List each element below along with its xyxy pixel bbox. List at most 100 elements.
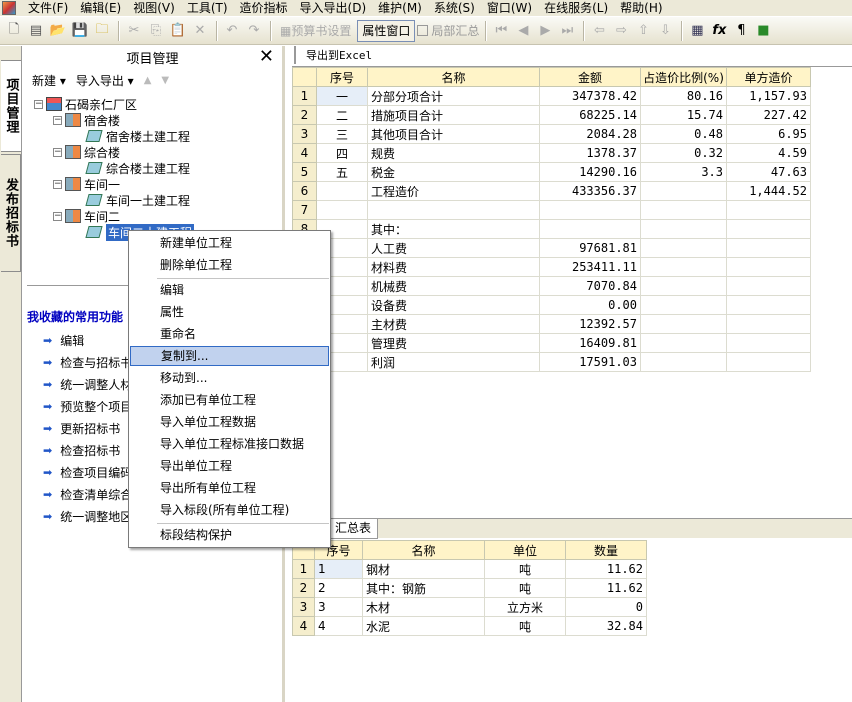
- menu-online[interactable]: 在线服务(L): [538, 0, 614, 16]
- table-cell[interactable]: [640, 352, 727, 372]
- arrow-up-icon[interactable]: ⇧: [633, 20, 653, 42]
- tree-node-building[interactable]: − 宿舍楼: [53, 112, 120, 128]
- table-cell[interactable]: 材料费: [367, 257, 540, 277]
- menu-item-properties[interactable]: 属性: [130, 302, 329, 322]
- table-cell[interactable]: 15.74: [640, 105, 727, 125]
- table-cell[interactable]: [726, 238, 811, 258]
- prev-icon[interactable]: ◀: [513, 20, 533, 42]
- table-cell[interactable]: [640, 257, 727, 277]
- table-row[interactable]: 3 三其他项目合计 2084.28 0.48 6.95: [292, 124, 811, 144]
- redo-icon[interactable]: ↷: [244, 20, 264, 42]
- table-cell[interactable]: 97681.81: [539, 238, 641, 258]
- table-cell[interactable]: 2084.28: [539, 124, 641, 144]
- table-cell[interactable]: 7070.84: [539, 276, 641, 296]
- budget-settings-button[interactable]: ▦ 预算书设置: [276, 20, 355, 42]
- menu-item-new-unit[interactable]: 新建单位工程: [130, 233, 329, 253]
- table-cell[interactable]: [316, 200, 368, 220]
- table-cell[interactable]: 3.3: [640, 162, 727, 182]
- table-row[interactable]: 2 2 其中：钢筋吨 11.62: [292, 578, 647, 598]
- menu-item-import-unit-data[interactable]: 导入单位工程数据: [130, 412, 329, 432]
- table-row[interactable]: 4 四规费 1378.37 0.32 4.59: [292, 143, 811, 163]
- column-header[interactable]: 单位: [484, 540, 566, 560]
- table-cell[interactable]: 立方米: [484, 597, 566, 617]
- table-cell[interactable]: 分部分项合计: [367, 86, 540, 106]
- menu-item-export-all-units[interactable]: 导出所有单位工程: [130, 478, 329, 498]
- table-cell[interactable]: 14290.16: [539, 162, 641, 182]
- cube-icon[interactable]: ■: [753, 20, 773, 42]
- favorite-item[interactable]: ➡ 预览整个项目: [43, 398, 132, 415]
- column-header[interactable]: 单方造价: [726, 67, 811, 87]
- favorite-item[interactable]: ➡ 更新招标书: [43, 420, 120, 437]
- calculator-icon[interactable]: ▦: [687, 20, 707, 42]
- table-cell[interactable]: 利润: [367, 352, 540, 372]
- menu-item-import-standard-interface[interactable]: 导入单位工程标准接口数据: [130, 434, 329, 454]
- menu-item-move-to[interactable]: 移动到...: [130, 368, 329, 388]
- table-cell[interactable]: 1,157.93: [726, 86, 811, 106]
- table-cell[interactable]: 347378.42: [539, 86, 641, 106]
- table-cell[interactable]: 四: [316, 143, 368, 163]
- table-row[interactable]: 3 3 木材 立方米 0: [292, 597, 647, 617]
- table-cell[interactable]: 12392.57: [539, 314, 641, 334]
- column-header[interactable]: 序号: [316, 67, 368, 87]
- table-cell[interactable]: [539, 219, 641, 239]
- menu-system[interactable]: 系统(S): [428, 0, 481, 16]
- tree-node-building[interactable]: − 车间二: [53, 208, 120, 224]
- table-cell[interactable]: 11.62: [565, 559, 647, 579]
- table-cell[interactable]: 吨: [484, 559, 566, 579]
- first-icon[interactable]: ⏮: [491, 20, 511, 42]
- last-icon[interactable]: ⏭: [557, 20, 577, 42]
- menu-item-delete-unit[interactable]: 删除单位工程: [130, 255, 329, 275]
- formula-icon[interactable]: fx: [709, 20, 729, 42]
- column-header[interactable]: 名称: [362, 540, 485, 560]
- table-cell[interactable]: 一: [316, 86, 368, 106]
- menu-item-copy-to[interactable]: 复制到...: [130, 346, 329, 366]
- tree-node-building[interactable]: − 综合楼: [53, 144, 120, 160]
- table-cell[interactable]: 4.59: [726, 143, 811, 163]
- table-cell[interactable]: 2: [314, 578, 363, 598]
- folder-icon[interactable]: 🗀: [92, 20, 112, 42]
- undo-icon[interactable]: ↶: [222, 20, 242, 42]
- table-cell[interactable]: [640, 219, 727, 239]
- table-cell[interactable]: 0.00: [539, 295, 641, 315]
- favorite-item[interactable]: ➡ 编辑: [43, 332, 84, 349]
- table-cell[interactable]: [640, 181, 727, 201]
- table-cell[interactable]: [539, 200, 641, 220]
- table-row[interactable]: 15利润17591.03: [292, 352, 811, 372]
- tree-node-unit[interactable]: 综合楼土建工程: [85, 160, 190, 176]
- table-cell[interactable]: [316, 181, 368, 201]
- favorite-item[interactable]: ➡ 统一调整地区: [43, 508, 132, 525]
- table-cell[interactable]: 11.62: [565, 578, 647, 598]
- table-cell[interactable]: 3: [314, 597, 363, 617]
- table-cell[interactable]: 设备费: [367, 295, 540, 315]
- table-cell[interactable]: 规费: [367, 143, 540, 163]
- table-cell[interactable]: 0.32: [640, 143, 727, 163]
- table-cell[interactable]: [726, 200, 811, 220]
- table-cell[interactable]: 水泥: [362, 616, 485, 636]
- collapse-icon[interactable]: −: [53, 147, 62, 157]
- table-cell[interactable]: 钢材: [362, 559, 485, 579]
- table-row[interactable]: 14管理费16409.81: [292, 333, 811, 353]
- tab-summary[interactable]: 汇总表: [328, 519, 379, 539]
- table-cell[interactable]: 二: [316, 105, 368, 125]
- paste-icon[interactable]: 📋: [168, 20, 188, 42]
- export-excel-button[interactable]: 导出到Excel: [294, 46, 372, 64]
- table-cell[interactable]: [726, 219, 811, 239]
- arrow-down-icon[interactable]: ⇩: [655, 20, 675, 42]
- column-header[interactable]: 占造价比例(%): [640, 67, 727, 87]
- close-icon[interactable]: ✕: [259, 47, 274, 67]
- table-cell[interactable]: 68225.14: [539, 105, 641, 125]
- table-cell[interactable]: 其他项目合计: [367, 124, 540, 144]
- menu-window[interactable]: 窗口(W): [481, 0, 538, 16]
- table-cell[interactable]: 32.84: [565, 616, 647, 636]
- delete-icon[interactable]: ✕: [190, 20, 210, 42]
- menu-item-import-bid-section[interactable]: 导入标段(所有单位工程): [130, 500, 329, 520]
- menu-item-edit[interactable]: 编辑: [130, 280, 329, 300]
- arrow-right-icon[interactable]: ⇨: [611, 20, 631, 42]
- table-cell[interactable]: [726, 276, 811, 296]
- favorite-item[interactable]: ➡ 检查项目编码: [43, 464, 132, 481]
- collapse-icon[interactable]: −: [53, 179, 62, 189]
- tab-project-management[interactable]: 项目管理: [1, 60, 21, 152]
- table-cell[interactable]: [640, 238, 727, 258]
- collapse-icon[interactable]: −: [53, 211, 62, 221]
- table-cell[interactable]: 227.42: [726, 105, 811, 125]
